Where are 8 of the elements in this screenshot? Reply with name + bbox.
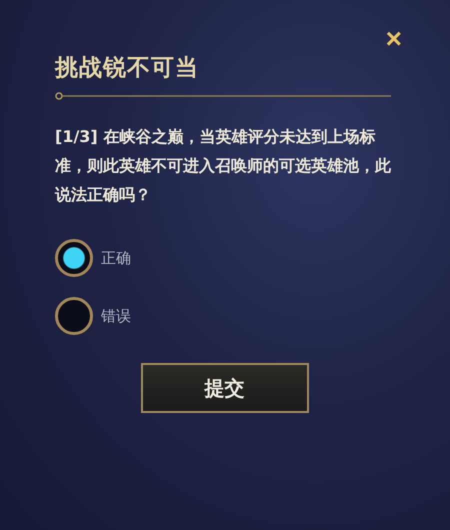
dialog-title: 挑战锐不可当 <box>55 54 200 83</box>
option-label: 错误 <box>101 306 131 326</box>
question-text: [1/3] 在峡谷之巅，当英雄评分未达到上场标准，则此英雄不可进入召唤师的可选英雄池，此说法正确吗？ <box>55 126 392 206</box>
option-label: 正确 <box>101 248 131 268</box>
submit-button[interactable]: 提交 <box>140 363 308 413</box>
radio-button[interactable] <box>55 297 93 335</box>
close-button[interactable]: × <box>386 28 402 50</box>
radio-button[interactable] <box>55 239 93 277</box>
